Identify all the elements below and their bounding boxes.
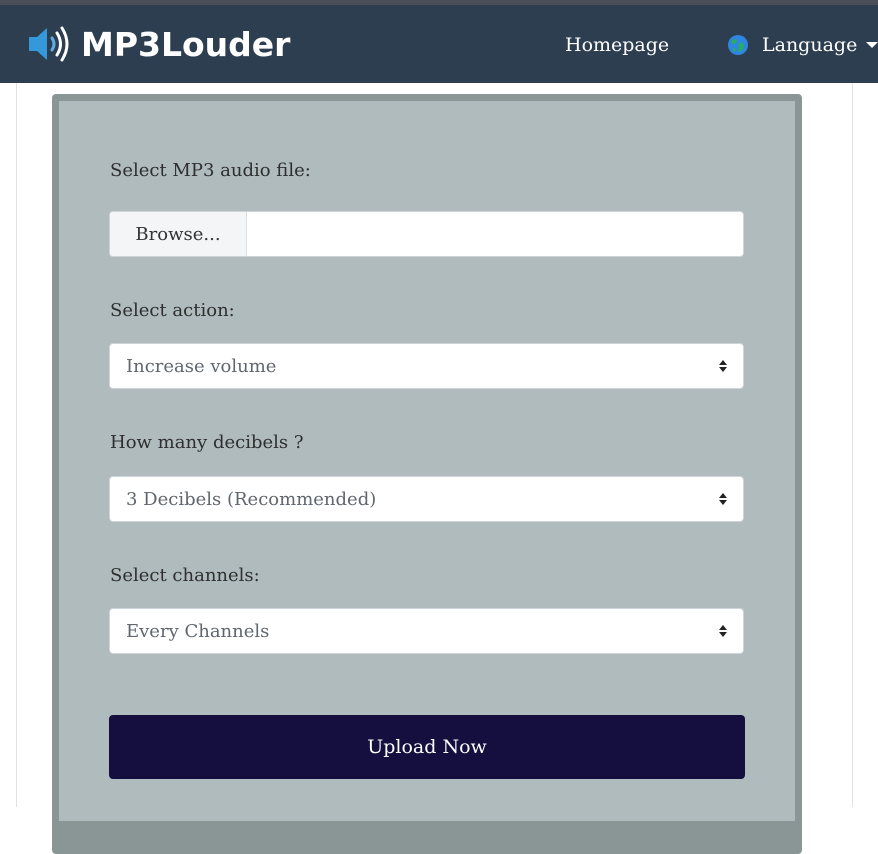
brand-name: MP3Louder [81, 24, 291, 64]
select-arrows-icon [719, 625, 727, 637]
action-select[interactable]: Increase volume [109, 343, 744, 389]
file-input[interactable]: Browse... [109, 211, 744, 257]
page-border-right [852, 83, 853, 807]
caret-down-icon [866, 42, 878, 48]
globe-icon [728, 35, 748, 55]
decibels-label: How many decibels ? [110, 432, 304, 453]
language-label: Language [762, 34, 858, 56]
page-border-left [16, 83, 17, 807]
channels-select-value: Every Channels [126, 621, 270, 642]
language-dropdown[interactable]: Language [727, 34, 878, 56]
form-panel [59, 101, 795, 821]
browse-button[interactable]: Browse... [110, 212, 247, 256]
channels-select[interactable]: Every Channels [109, 608, 744, 654]
upload-now-button[interactable]: Upload Now [109, 715, 745, 779]
navbar: MP3Louder Homepage Language [0, 5, 878, 83]
action-label: Select action: [110, 300, 235, 321]
select-arrows-icon [719, 493, 727, 505]
brand-logo[interactable]: MP3Louder [27, 24, 290, 64]
speaker-volume-icon [29, 26, 69, 62]
file-label: Select MP3 audio file: [110, 160, 311, 181]
select-arrows-icon [719, 360, 727, 372]
channels-label: Select channels: [110, 565, 260, 586]
decibels-select[interactable]: 3 Decibels (Recommended) [109, 476, 744, 522]
nav-homepage-link[interactable]: Homepage [565, 34, 669, 56]
decibels-select-value: 3 Decibels (Recommended) [126, 489, 377, 510]
action-select-value: Increase volume [126, 356, 277, 377]
